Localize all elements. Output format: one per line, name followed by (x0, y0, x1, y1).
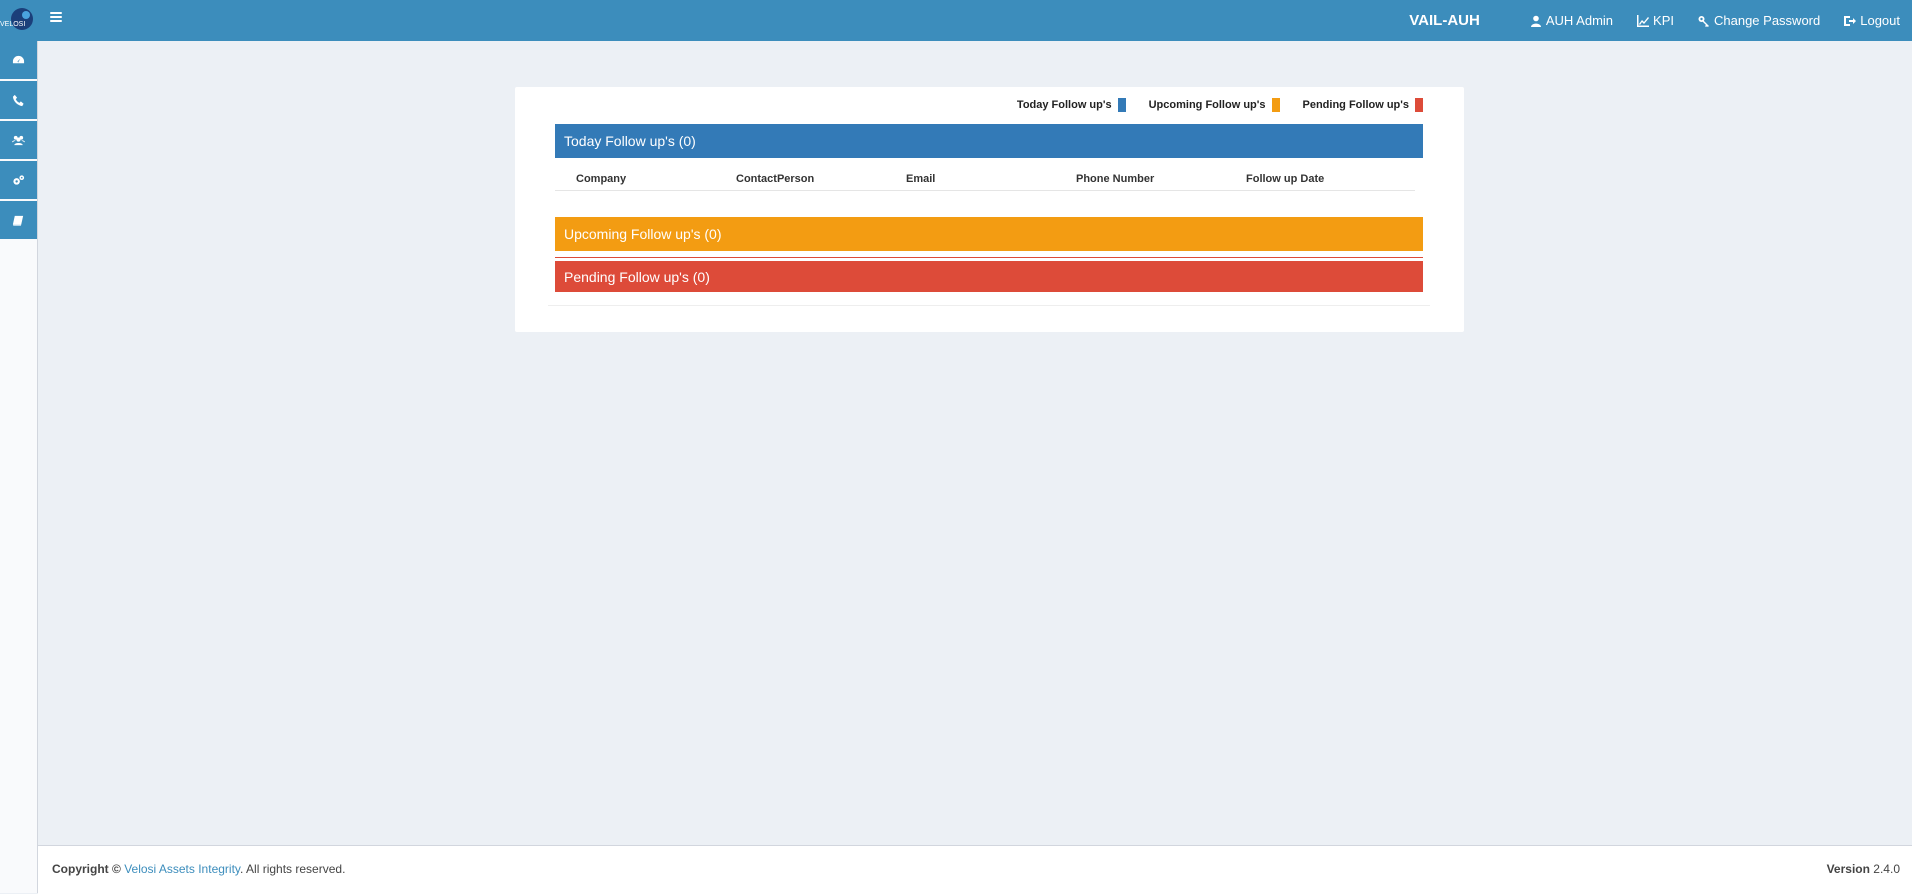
legend-pending-swatch (1415, 98, 1423, 112)
users-icon (12, 135, 25, 145)
upcoming-followups-title: Upcoming Follow up's (0) (564, 226, 722, 242)
column-phone-number: Phone Number (1076, 173, 1155, 185)
user-name: AUH Admin (1545, 13, 1614, 28)
phone-icon (12, 94, 24, 106)
user-icon (1530, 15, 1541, 27)
legend-pending-label: Pending Follow up's (1302, 99, 1410, 111)
today-followups-title: Today Follow up's (0) (564, 133, 696, 149)
copyright: Copyright © Velosi Assets Integrity. All… (52, 862, 345, 876)
cogs-icon (13, 174, 25, 185)
legend-upcoming: Upcoming Follow up's (1149, 98, 1280, 112)
column-email: Email (906, 173, 936, 185)
legend-pending: Pending Follow up's (1302, 98, 1423, 112)
legend-today: Today Follow up's (1017, 98, 1126, 112)
sidebar (0, 41, 38, 893)
user-menu[interactable]: AUH Admin (1530, 13, 1613, 28)
sidebar-item-calls[interactable] (0, 81, 37, 121)
column-follow-up-date: Follow up Date (1246, 173, 1325, 185)
sidebar-item-book[interactable] (0, 201, 37, 241)
logout-link[interactable]: Logout (1844, 13, 1900, 28)
legend-today-swatch (1117, 98, 1126, 112)
pending-followups-header[interactable]: Pending Follow up's (0) (555, 258, 1423, 292)
divider (548, 305, 1430, 306)
logout-label: Logout (1860, 13, 1900, 28)
line-chart-icon (1637, 14, 1650, 27)
legend: Today Follow up's Upcoming Follow up's P… (994, 97, 1423, 113)
copyright-label: Copyright © (52, 862, 121, 876)
book-icon (12, 215, 24, 226)
top-navbar: VELOSI VAIL-AUH AUH Admin KPI Change Pas… (0, 0, 1912, 41)
sidebar-item-users[interactable] (0, 121, 37, 161)
kpi-link[interactable]: KPI (1637, 13, 1674, 28)
follow-ups-card: Today Follow up's Upcoming Follow up's P… (515, 87, 1464, 332)
column-contact-person: ContactPerson (736, 173, 815, 185)
legend-upcoming-label: Upcoming Follow up's (1148, 99, 1266, 111)
upcoming-followups-header[interactable]: Upcoming Follow up's (0) (555, 217, 1423, 251)
key-icon (1698, 15, 1709, 27)
version-info: Version 2.4.0 (1827, 862, 1900, 876)
column-company: Company (576, 173, 627, 185)
company-code: VAIL-AUH (1409, 12, 1480, 29)
sidebar-item-settings[interactable] (0, 161, 37, 201)
followups-table-header: Company ContactPerson Email Phone Number… (555, 168, 1415, 191)
velosi-logo[interactable]: VELOSI (0, 6, 36, 36)
sidebar-toggle-icon[interactable] (50, 12, 62, 22)
footer: Copyright © Velosi Assets Integrity. All… (38, 845, 1912, 894)
pending-followups-title: Pending Follow up's (0) (564, 268, 710, 285)
kpi-label: KPI (1653, 13, 1674, 28)
today-followups-header[interactable]: Today Follow up's (0) (555, 124, 1423, 158)
dashboard-icon (12, 55, 25, 63)
sign-out-icon (1844, 15, 1857, 26)
version-label: Version (1826, 862, 1870, 876)
change-password-link[interactable]: Change Password (1698, 13, 1820, 28)
legend-upcoming-swatch (1271, 98, 1280, 112)
company-link[interactable]: Velosi Assets Integrity (124, 862, 240, 876)
rights-text: . All rights reserved. (240, 862, 346, 876)
sidebar-item-dashboard[interactable] (0, 41, 37, 81)
legend-today-label: Today Follow up's (1016, 99, 1112, 111)
version-value: 2.4.0 (1873, 862, 1900, 876)
change-password-label: Change Password (1714, 13, 1821, 28)
logo-text: VELOSI (0, 21, 25, 28)
